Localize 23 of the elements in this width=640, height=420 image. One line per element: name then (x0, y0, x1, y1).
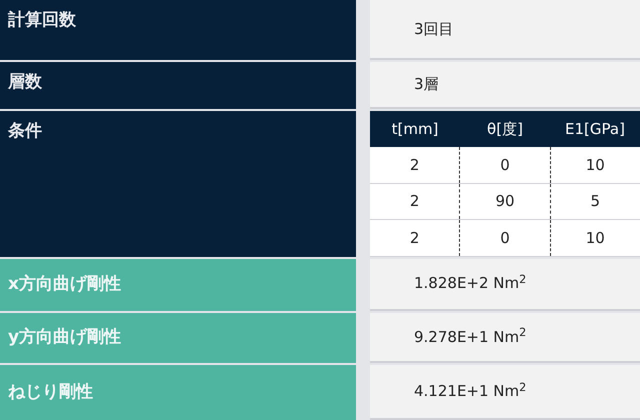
row-label: x方向曲げ剛性 (0, 258, 356, 311)
row-label: y方向曲げ剛性 (0, 312, 356, 364)
table-cell: 10 (550, 220, 640, 256)
table-cell: 5 (550, 184, 640, 220)
table-cell: 90 (459, 184, 550, 220)
row-label: ねじり剛性 (0, 365, 356, 420)
row-label: 条件 (0, 111, 356, 257)
column-header: E1[GPa] (564, 119, 626, 140)
table-cell: 0 (459, 220, 550, 256)
table-cell: 0 (459, 147, 550, 183)
value-text: 1.828E+2 Nm$^{2}$ (414, 272, 526, 294)
table-cell-text: 2 (408, 228, 420, 249)
column-header: t[mm] (390, 119, 440, 140)
value-text: 3回目 (414, 18, 454, 40)
row-label: 計算回数 (0, 0, 356, 60)
value-text: 4.121E+1 Nm$^{2}$ (414, 380, 526, 402)
table-cell-text: 2 (408, 191, 420, 212)
column-header: θ[度] (486, 119, 524, 140)
value-text: 9.278E+1 Nm$^{2}$ (414, 326, 526, 348)
table-cell: 10 (550, 147, 640, 183)
value-text: 3層 (414, 74, 439, 96)
table-cell-text: 2 (408, 154, 420, 176)
row-label: 層数 (0, 62, 356, 110)
